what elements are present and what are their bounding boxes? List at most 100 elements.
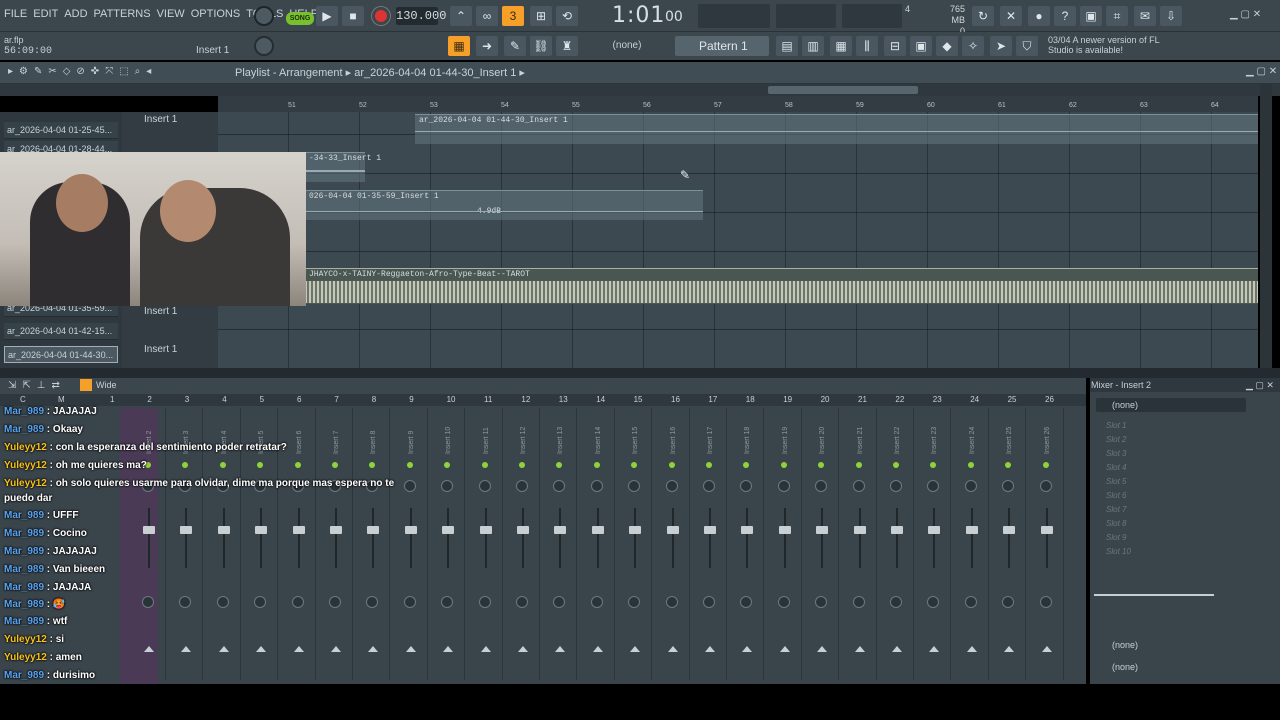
plugin-icon[interactable]: ⌗ [1106,6,1128,26]
route-arrow-icon[interactable] [480,646,491,652]
pan-knob[interactable] [964,480,977,492]
microphone-icon[interactable]: ● [1028,6,1050,26]
volume-fader[interactable] [629,526,642,534]
project-browser-icon[interactable]: ➤ [990,36,1012,56]
timeline-ruler[interactable]: 51 52 53 54 55 56 57 58 59 60 61 62 63 64 [218,96,1258,112]
route-arrow-icon[interactable] [1041,646,1052,652]
stereo-knob[interactable] [964,596,977,608]
route-arrow-icon[interactable] [1004,646,1015,652]
playlist-window-controls[interactable]: ▁ ▢ ✕ [1246,66,1277,77]
save-icon[interactable]: ▣ [1080,6,1102,26]
effect-slot[interactable]: Slot 7 [1106,503,1246,516]
pan-knob[interactable] [553,480,566,492]
mute-led[interactable] [893,462,899,468]
stereo-knob[interactable] [1039,596,1052,608]
help-icon[interactable]: ? [1054,6,1076,26]
pan-knob[interactable] [516,480,528,492]
route-arrow-icon[interactable] [742,646,753,652]
effect-slot[interactable]: Slot 9 [1106,531,1246,544]
stereo-knob[interactable] [777,596,790,608]
pan-knob[interactable] [1002,480,1015,492]
pan-knob[interactable] [927,480,940,492]
route-arrow-icon[interactable] [667,646,678,652]
mute-led[interactable] [631,462,638,468]
window-controls[interactable]: ▁ ▢ ✕ [1230,9,1261,20]
mute-led[interactable] [743,462,750,468]
mixer-strip[interactable]: Insert 19 [768,408,802,680]
route-arrow-icon[interactable] [592,646,603,652]
mute-led[interactable] [481,462,488,468]
volume-fader[interactable] [1040,526,1053,534]
loop-record-icon[interactable]: ⟲ [556,6,578,26]
route-arrow-icon[interactable] [854,646,865,652]
pan-knob[interactable] [777,480,790,492]
pan-knob[interactable] [665,480,678,492]
volume-fader[interactable] [666,526,679,534]
mute-led[interactable] [1042,462,1049,468]
route-arrow-icon[interactable] [405,646,416,652]
mute-led[interactable] [1005,462,1012,468]
stereo-knob[interactable] [590,596,603,608]
route-arrow-icon[interactable] [966,646,977,652]
volume-fader[interactable] [778,526,791,534]
effect-slot[interactable]: Slot 6 [1106,489,1246,502]
refresh-icon[interactable]: ↻ [972,6,994,26]
countdown-icon[interactable]: 3 [502,6,524,26]
route-arrow-icon[interactable] [705,646,715,652]
blend-notes-icon[interactable]: ⊞ [530,6,552,26]
volume-fader[interactable] [928,526,941,534]
mixer-strip[interactable]: Insert 16 [656,408,690,680]
volume-fader[interactable] [891,526,903,534]
vertical-scrollbar[interactable] [1260,84,1272,368]
volume-fader[interactable] [965,526,978,534]
menu-patterns[interactable]: PATTERNS [94,8,151,20]
pan-knob[interactable] [441,480,454,492]
playlist-tools[interactable]: ▸⚙✎✂◇⊘✜⤧⬚⌕◂ [8,66,157,77]
effect-slot[interactable]: Slot 10 [1106,545,1246,558]
song-mode-toggle[interactable]: SONG [286,12,314,25]
pan-knob[interactable] [852,480,865,492]
mixer-strip[interactable]: Insert 13 [543,408,578,680]
mixer-strip[interactable]: Insert 25 [992,408,1027,680]
playlist-scroll-area[interactable] [0,84,1280,96]
mixer-strip[interactable]: Insert 24 [955,408,989,680]
mute-led[interactable] [967,462,974,468]
pan-knob[interactable] [628,480,641,492]
play-button[interactable]: ▶ [316,6,338,26]
mixer-strip[interactable]: Insert 23 [917,408,952,680]
pencil-icon[interactable]: ✎ [504,36,526,56]
stereo-knob[interactable] [478,596,491,608]
route-arrow-icon[interactable] [555,646,566,652]
pan-knob[interactable] [1039,480,1052,492]
effect-slot[interactable]: Slot 8 [1106,517,1246,530]
mixer-strip[interactable]: Insert 21 [843,408,877,680]
pan-knob[interactable] [815,480,828,492]
plugin-database-icon[interactable]: ▣ [910,36,932,56]
effect-slot[interactable]: Slot 2 [1106,433,1246,446]
pan-knob[interactable] [403,480,416,492]
mixer-strip[interactable]: Insert 10 [431,408,466,680]
pan-knob[interactable] [890,480,902,492]
route-arrow-icon[interactable] [630,646,641,652]
mute-led[interactable] [406,462,413,468]
mixer-strip[interactable]: Insert 17 [693,408,727,680]
route-arrow-icon[interactable] [892,646,902,652]
shop-icon[interactable]: ⛉ [1016,36,1038,56]
pan-knob[interactable] [478,480,491,492]
track-name[interactable]: ar_2026-04-04 01-25-45... [4,122,118,139]
beat-audio-clip[interactable]: JHAYCO-x-TAINY-Reggaeton-Afro-Type-Beat-… [305,268,1258,304]
stereo-knob[interactable] [890,596,902,608]
stereo-knob[interactable] [1002,596,1015,608]
mixer-strip[interactable]: Insert 15 [618,408,653,680]
arrangement-grid[interactable] [218,112,1258,368]
mute-led[interactable] [556,462,563,468]
playlist-icon[interactable]: ▤ [776,36,798,56]
record-button[interactable] [372,7,390,25]
mixer-tools[interactable]: ⇲⇱⊥⇄ [8,380,66,391]
stereo-knob[interactable] [665,596,678,608]
mixer-strip[interactable]: Insert 22 [880,408,914,680]
pan-knob[interactable] [740,480,753,492]
route-arrow-icon[interactable] [518,646,528,652]
mute-led[interactable] [593,462,600,468]
volume-fader[interactable] [741,526,754,534]
